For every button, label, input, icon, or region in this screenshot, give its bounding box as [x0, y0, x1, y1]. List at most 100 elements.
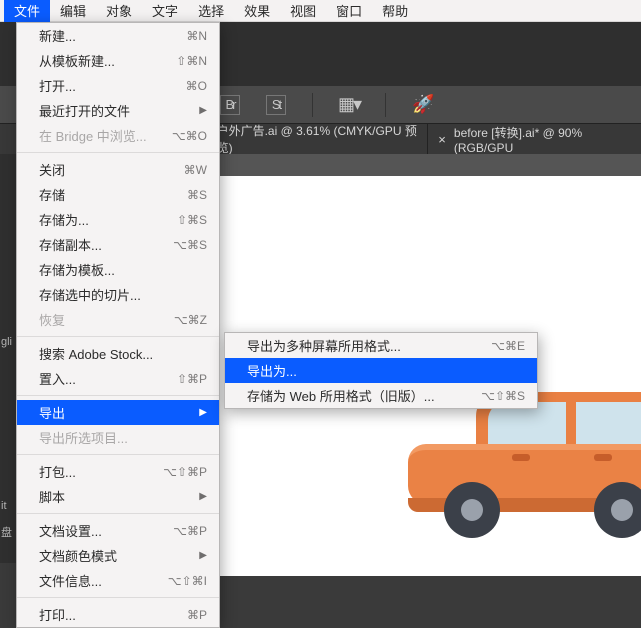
- menubar-item[interactable]: 效果: [234, 0, 280, 22]
- menu-item[interactable]: 打印... ⌘P: [17, 602, 219, 627]
- menu-item-label: 存储: [39, 185, 65, 204]
- arrange-icon[interactable]: ▦▾: [339, 95, 359, 115]
- submenu-arrow-icon: ▶: [199, 407, 207, 418]
- menu-item-shortcut: ⌥⌘Z: [174, 313, 207, 327]
- menu-item-label: 文档颜色模式: [39, 546, 117, 565]
- menubar-item[interactable]: 编辑: [50, 0, 96, 22]
- menu-item[interactable]: 搜索 Adobe Stock...: [17, 341, 219, 366]
- menubar-item[interactable]: 窗口: [326, 0, 372, 22]
- document-tab[interactable]: × before [转换].ai* @ 90% (RGB/GPU: [427, 124, 641, 154]
- submenu-arrow-icon: ▶: [199, 550, 207, 561]
- menu-item-label: 文档设置...: [39, 521, 102, 540]
- menu-item-label: 存储副本...: [39, 235, 102, 254]
- stock-icon[interactable]: St: [266, 95, 286, 115]
- menu-item-shortcut: ⇧⌘S: [177, 213, 207, 227]
- menu-item[interactable]: 脚本 ▶: [17, 484, 219, 509]
- menu-item-shortcut: ⌘S: [187, 188, 207, 202]
- menu-item-label: 搜索 Adobe Stock...: [39, 344, 153, 363]
- menu-item-shortcut: ⌘N: [186, 29, 207, 43]
- menu-item[interactable]: 导出为多种屏幕所用格式... ⌥⌘E: [225, 333, 537, 358]
- menu-item-shortcut: ⌥⇧⌘S: [481, 389, 525, 403]
- menu-item-shortcut: ⌘W: [184, 163, 207, 177]
- menu-item-label: 关闭: [39, 160, 65, 179]
- menu-item-label: 存储为模板...: [39, 260, 115, 279]
- menu-item-label: 存储为...: [39, 210, 89, 229]
- menu-separator: [17, 454, 219, 455]
- menu-item-label: 导出为多种屏幕所用格式...: [247, 336, 401, 355]
- menu-item[interactable]: 打开... ⌘O: [17, 73, 219, 98]
- bridge-icon[interactable]: Br: [220, 95, 240, 115]
- menubar-item[interactable]: 对象: [96, 0, 142, 22]
- menu-item-shortcut: ⌥⇧⌘I: [168, 574, 207, 588]
- menu-item-shortcut: ⌥⌘E: [491, 339, 525, 353]
- menu-item-label: 恢复: [39, 310, 65, 329]
- menu-item-shortcut: ⌥⇧⌘P: [163, 465, 207, 479]
- menu-item-label: 从模板新建...: [39, 51, 115, 70]
- tab-label: before [转换].ai* @ 90% (RGB/GPU: [454, 124, 631, 155]
- menu-item[interactable]: 存储为... ⇧⌘S: [17, 207, 219, 232]
- menu-item-label: 脚本: [39, 487, 65, 506]
- export-submenu: 导出为多种屏幕所用格式... ⌥⌘E 导出为... 存储为 Web 所用格式（旧版）.…: [224, 332, 538, 409]
- gpu-icon[interactable]: 🚀: [412, 94, 434, 115]
- menu-item-shortcut: ⌥⌘O: [172, 129, 207, 143]
- menu-item[interactable]: 恢复 ⌥⌘Z: [17, 307, 219, 332]
- menu-item-shortcut: ⌥⌘S: [173, 238, 207, 252]
- document-tab[interactable]: × 户外广告.ai @ 3.61% (CMYK/GPU 预览): [190, 124, 427, 154]
- menu-item-label: 文件信息...: [39, 571, 102, 590]
- menubar-item[interactable]: 帮助: [372, 0, 418, 22]
- menu-item-label: 导出为...: [247, 361, 297, 380]
- panel-fragment: gli it 盘: [0, 330, 16, 546]
- menu-item[interactable]: 在 Bridge 中浏览... ⌥⌘O: [17, 123, 219, 148]
- menu-item[interactable]: 文档设置... ⌥⌘P: [17, 518, 219, 543]
- menu-item[interactable]: 置入... ⇧⌘P: [17, 366, 219, 391]
- menu-item[interactable]: 存储副本... ⌥⌘S: [17, 232, 219, 257]
- submenu-arrow-icon: ▶: [199, 105, 207, 116]
- menubar-item[interactable]: 文件: [4, 0, 50, 22]
- menu-separator: [17, 152, 219, 153]
- menu-item[interactable]: 打包... ⌥⇧⌘P: [17, 459, 219, 484]
- menu-item[interactable]: 导出为...: [225, 358, 537, 383]
- tab-label: 户外广告.ai @ 3.61% (CMYK/GPU 预览): [217, 122, 418, 156]
- menu-item-shortcut: ⌥⌘P: [173, 524, 207, 538]
- menu-item[interactable]: 导出所选项目...: [17, 425, 219, 450]
- menu-item[interactable]: 从模板新建... ⇧⌘N: [17, 48, 219, 73]
- menubar-item[interactable]: 视图: [280, 0, 326, 22]
- menu-item[interactable]: 存储为 Web 所用格式（旧版）... ⌥⇧⌘S: [225, 383, 537, 408]
- menu-item[interactable]: 文档颜色模式 ▶: [17, 543, 219, 568]
- menu-item[interactable]: 存储为模板...: [17, 257, 219, 282]
- menu-item-shortcut: ⇧⌘P: [177, 372, 207, 386]
- menu-item[interactable]: 关闭 ⌘W: [17, 157, 219, 182]
- menu-item-label: 打印...: [39, 605, 76, 624]
- menu-separator: [17, 395, 219, 396]
- menubar-item[interactable]: 文字: [142, 0, 188, 22]
- file-menu: 新建... ⌘N 从模板新建... ⇧⌘N 打开... ⌘O 最近打开的文件 ▶ 在 Bridg…: [16, 22, 220, 628]
- menu-item-label: 存储选中的切片...: [39, 285, 141, 304]
- menu-item[interactable]: 存储 ⌘S: [17, 182, 219, 207]
- menu-item-label: 在 Bridge 中浏览...: [39, 126, 147, 145]
- menu-separator: [17, 597, 219, 598]
- menu-item-label: 新建...: [39, 26, 76, 45]
- menu-item-label: 存储为 Web 所用格式（旧版）...: [247, 386, 435, 405]
- toolbar-separator: [385, 93, 386, 117]
- menu-item-label: 打包...: [39, 462, 76, 481]
- menu-item[interactable]: 最近打开的文件 ▶: [17, 98, 219, 123]
- menu-item-label: 置入...: [39, 369, 76, 388]
- close-icon[interactable]: ×: [438, 132, 446, 147]
- menubar-item[interactable]: 选择: [188, 0, 234, 22]
- menu-separator: [17, 513, 219, 514]
- menu-item[interactable]: 存储选中的切片...: [17, 282, 219, 307]
- menubar: 文件编辑对象文字选择效果视图窗口帮助: [0, 0, 641, 22]
- menu-item-label: 导出: [39, 403, 65, 422]
- toolbar-separator: [312, 93, 313, 117]
- menu-item-label: 导出所选项目...: [39, 428, 128, 447]
- menu-item[interactable]: 导出 ▶: [17, 400, 219, 425]
- menu-item[interactable]: 新建... ⌘N: [17, 23, 219, 48]
- menu-item-label: 打开...: [39, 76, 76, 95]
- menu-item-shortcut: ⇧⌘N: [176, 54, 207, 68]
- menu-item-shortcut: ⌘O: [186, 79, 207, 93]
- menu-item[interactable]: 文件信息... ⌥⇧⌘I: [17, 568, 219, 593]
- menu-item-shortcut: ⌘P: [187, 608, 207, 622]
- menu-item-label: 最近打开的文件: [39, 101, 130, 120]
- submenu-arrow-icon: ▶: [199, 491, 207, 502]
- menu-separator: [17, 336, 219, 337]
